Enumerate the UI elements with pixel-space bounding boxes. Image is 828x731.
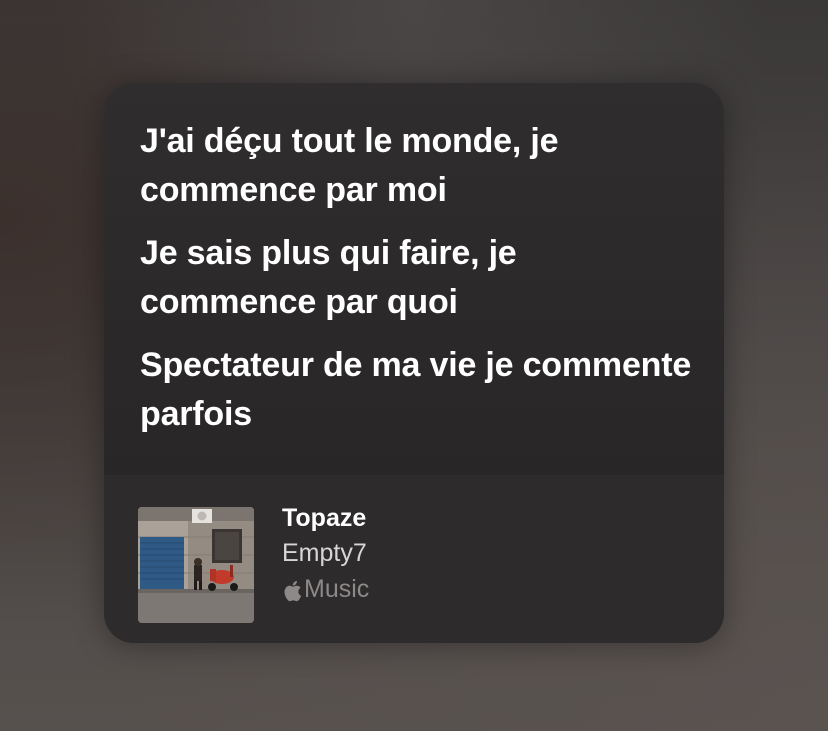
lyrics-block: J'ai déçu tout le monde, je commence par… [140, 117, 700, 453]
song-title: Topaze [282, 504, 367, 532]
song-artist: Empty7 [282, 539, 367, 567]
lyric-line-3: Spectateur de ma vie je commente parfois [140, 346, 692, 433]
apple-music-label: Music [282, 571, 369, 607]
service-label: Music [304, 575, 370, 603]
lyric-line-2: Je sais plus qui faire, je commence par … [140, 234, 517, 321]
lyrics-share-card[interactable]: J'ai déçu tout le monde, je commence par… [104, 83, 724, 643]
track-footer[interactable]: Topaze Empty7 Music [104, 475, 724, 643]
album-artwork [138, 507, 254, 623]
apple-logo-icon [282, 577, 302, 602]
lyric-line-1: J'ai déçu tout le monde, je commence par… [140, 122, 559, 209]
track-info: Topaze Empty7 Music [282, 501, 369, 607]
